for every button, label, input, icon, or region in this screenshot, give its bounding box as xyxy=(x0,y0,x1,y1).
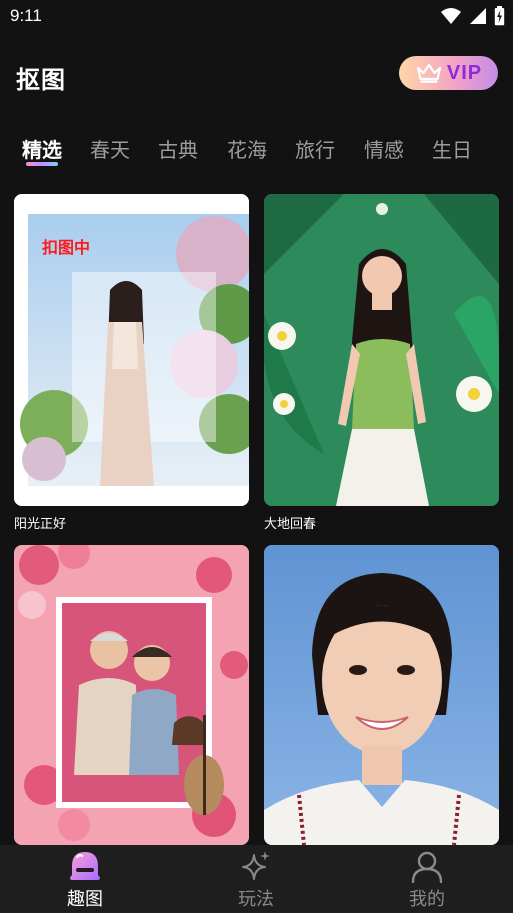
crown-icon xyxy=(416,63,441,83)
vip-button[interactable]: VIP xyxy=(399,56,498,90)
nav-item-gameplay[interactable]: 玩法 xyxy=(196,845,316,913)
tab-emotion[interactable]: 情感 xyxy=(364,134,404,163)
nav-item-fun-images[interactable]: 趣图 xyxy=(25,845,145,913)
template-card-couple[interactable] xyxy=(14,545,249,845)
category-tabs: 精选 春天 古典 花海 旅行 情感 生日 xyxy=(0,128,513,172)
nav-item-mine[interactable]: 我的 xyxy=(367,845,487,913)
header: 抠图 VIP xyxy=(0,48,513,104)
nav-label-gameplay: 玩法 xyxy=(238,889,274,910)
ghost-icon xyxy=(70,852,100,880)
status-time: 9:11 xyxy=(10,6,42,25)
template-title-sunny: 阳光正好 xyxy=(14,517,67,532)
tab-birthday[interactable]: 生日 xyxy=(432,134,472,163)
nav-label-mine: 我的 xyxy=(409,889,445,910)
cellular-signal-icon xyxy=(470,8,486,24)
template-card-sunny[interactable]: 扣图中 xyxy=(14,194,249,506)
template-thumbnail xyxy=(264,194,499,506)
battery-charging-icon xyxy=(494,6,505,26)
person-icon xyxy=(411,851,443,883)
template-thumbnail xyxy=(14,545,249,845)
bottom-nav: 趣图 玩法 我的 xyxy=(0,845,513,913)
tab-flower-sea[interactable]: 花海 xyxy=(227,134,267,163)
status-bar: 9:11 xyxy=(0,0,513,34)
tab-featured[interactable]: 精选 xyxy=(22,134,62,163)
template-card-spring[interactable] xyxy=(264,194,499,506)
sparkle-icon xyxy=(242,851,270,880)
nav-label-fun-images: 趣图 xyxy=(67,889,103,910)
template-thumbnail xyxy=(264,545,499,845)
page-title: 抠图 xyxy=(16,66,66,94)
processing-badge: 扣图中 xyxy=(42,238,91,257)
status-icons xyxy=(440,6,505,26)
template-card-id-photo[interactable] xyxy=(264,545,499,845)
tab-spring[interactable]: 春天 xyxy=(90,134,130,163)
template-title-spring: 大地回春 xyxy=(264,517,317,532)
wifi-icon xyxy=(441,8,461,24)
vip-label: VIP xyxy=(446,61,483,84)
tab-travel[interactable]: 旅行 xyxy=(295,134,335,163)
active-tab-indicator xyxy=(26,162,58,166)
tab-classical[interactable]: 古典 xyxy=(158,134,198,163)
